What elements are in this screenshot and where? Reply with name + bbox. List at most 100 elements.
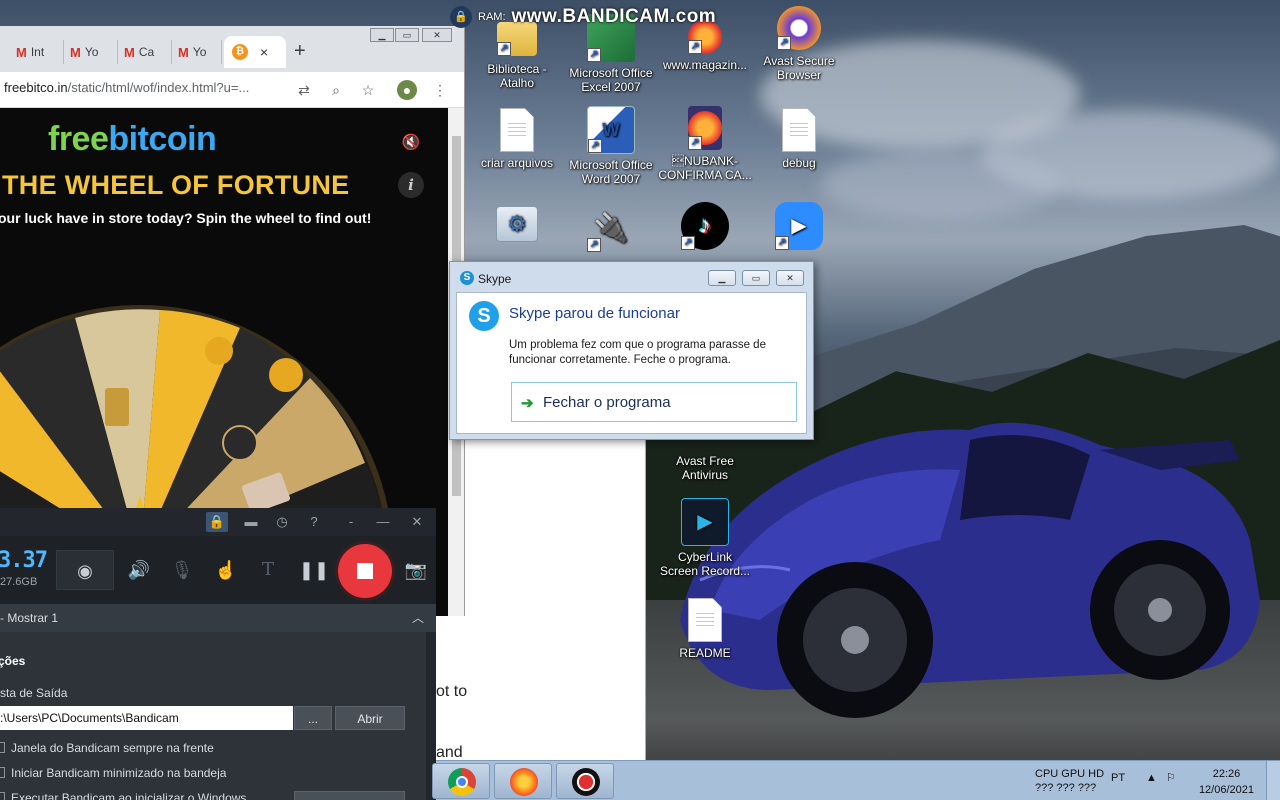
show-hidden-icons[interactable]: ▲ [1146,772,1157,784]
text-overlay-icon[interactable]: T [252,550,284,590]
menu-dots-icon[interactable]: ⋮ [430,80,450,100]
watermark-site: www.BANDICAM.com [511,6,717,27]
show-desktop-button[interactable] [1266,761,1280,800]
mouse-cursor-icon[interactable]: ☝ [210,550,242,590]
address-bar[interactable]: freebitco.in/static/html/wof/index.html?… [4,80,249,95]
advanced-button[interactable] [294,791,405,800]
profile-avatar[interactable]: ● [397,80,417,100]
dialog-message: Um problema fez com que o programa paras… [509,339,766,366]
help-icon[interactable]: ? [303,512,325,532]
output-folder-label: sta de Saída [0,686,68,700]
desktop-icon-label: Microsoft Office Excel 2007 [569,66,653,94]
close-tab-icon[interactable]: × [260,44,268,60]
webcam-icon[interactable]: ◉ [56,550,114,590]
camera-icon[interactable]: 📷 [400,550,432,590]
microphone-icon[interactable]: 🎙 [166,550,198,590]
bandicam-control-bar: 3.37 27.6GB ◉ 🔊 🎙 ☝ T ❚❚ 📷 [0,536,436,604]
maximize-button[interactable]: ▭ [742,270,770,286]
folder-icon[interactable]: ▬ [240,512,262,532]
desktop-icon-usb-tool[interactable]: 🔌 ↗ [564,204,658,256]
taskbar-chrome[interactable] [432,763,490,799]
tab-gmail-4[interactable]: M Yo [174,40,222,64]
system-monitor-labels: CPU GPU HD [1035,768,1105,780]
word-icon: W ↗ [587,106,635,154]
desktop-icon-label: debug [782,156,816,170]
zoom-icon[interactable]: ⌕ [326,80,346,100]
desktop-icon-tiktok[interactable]: ♪ ↗ [658,202,752,254]
checkbox-run-at-startup[interactable]: Executar Bandicam ao inicializar o Windo… [0,791,246,800]
desktop-icon-label: NUBANK- CONFIRMA CA... [658,154,752,182]
tab-gmail-3[interactable]: M Ca [120,40,172,64]
desktop-icon-cyberlink[interactable]: ▶ CyberLink Screen Record... [658,498,752,578]
dialog-title: Skype [478,272,512,286]
chrome-icon [448,768,476,796]
close-program-button[interactable]: ➔ Fechar o programa [511,382,797,422]
desktop-icon-readme[interactable]: README [658,598,752,660]
close-icon[interactable]: ✕ [406,512,428,532]
browse-button[interactable]: ... [294,706,332,730]
mute-sound-icon[interactable]: 🔇 [398,130,424,156]
page-subtitle: our luck have in store today? Spin the w… [0,210,372,226]
text-file-icon [688,598,722,642]
browser-toolbar: freebitco.in/static/html/wof/index.html?… [0,72,464,108]
page-title: THE WHEEL OF FORTUNE [2,170,350,200]
desktop-icon-label: Avast Free Antivirus [676,454,734,482]
bookmark-star-icon[interactable]: ☆ [358,80,378,100]
checkbox-always-on-top[interactable]: Janela do Bandicam sempre na frente [0,741,214,755]
desktop-icon-avast-browser[interactable]: ↗ Avast Secure Browser [752,6,846,82]
ram-label: RAM: [478,11,506,23]
speaker-icon[interactable]: 🔊 [123,550,155,590]
collapse-icon[interactable]: - [340,512,362,532]
clock[interactable]: 22:26 12/06/2021 [1199,766,1254,798]
text-file-icon [500,108,534,152]
text-file-icon [782,108,816,152]
bandicam-icon [572,768,600,796]
lock-icon[interactable]: 🔒 [206,512,228,532]
checkbox[interactable] [0,742,5,753]
info-icon[interactable]: i [398,172,424,198]
checkbox-start-minimized[interactable]: Iniciar Bandicam minimizado na bandeja [0,766,226,780]
desktop-icon-nubank[interactable]: ↗ NUBANK- CONFIRMA CA... [658,106,752,182]
clock-icon[interactable]: ◷ [271,512,293,532]
maximize-button[interactable]: ▭ [395,28,419,42]
system-monitor: CPU GPU HD ??? ??? ??? [1035,767,1104,795]
desktop-icon-debug[interactable]: debug [752,108,846,170]
skype-icon: S [469,301,499,331]
tab-label: Ca [138,45,155,59]
bandicam-window: 🔒 ▬ ◷ ? - — ✕ 3.37 27.6GB ◉ 🔊 🎙 ☝ T ❚❚ 📷… [0,508,436,800]
desktop-icon-zoom[interactable]: ▶ ↗ [752,202,846,254]
tiktok-icon: ♪ ↗ [681,202,729,250]
checkbox[interactable] [0,792,5,800]
clock-date: 12/06/2021 [1198,784,1254,796]
desktop-icon-word[interactable]: W ↗ Microsoft Office Word 2007 [564,106,658,186]
language-indicator[interactable]: PT [1111,772,1125,784]
translate-icon[interactable]: ⇄ [294,80,314,100]
close-button[interactable]: ✕ [776,270,804,286]
taskbar-bandicam[interactable] [556,763,614,799]
minimize-button[interactable]: ▁ [708,270,736,286]
stop-recording-button[interactable] [338,544,392,598]
checkbox-label: Executar Bandicam ao inicializar o Windo… [11,791,247,800]
chevron-up-icon[interactable]: ︿ [412,604,424,632]
logo-free: free [48,120,109,158]
recording-counter: 3.37 [0,548,48,573]
desktop-icon-criar-arquivos[interactable]: criar arquivos [470,108,564,170]
desktop-icon-settings-tool[interactable]: ⚙ [470,206,564,246]
pause-icon[interactable]: ❚❚ [298,550,330,590]
desktop-icon-label: CyberLink Screen Record... [659,550,751,578]
tab-gmail-2[interactable]: M Yo [66,40,118,64]
tab-gmail-1[interactable]: M Int [12,40,64,64]
minimize-icon[interactable]: — [372,512,394,532]
checkbox[interactable] [0,767,5,778]
output-folder-field[interactable]: :\Users\PC\Documents\Bandicam [0,706,293,730]
open-folder-button[interactable]: Abrir [335,706,405,730]
tab-freebitcoin[interactable]: ₿ × [224,36,286,68]
network-icon[interactable]: ⚐ [1166,771,1176,784]
lock-icon: 🔒 [450,6,472,28]
new-tab-button[interactable]: + [294,40,306,63]
freebitcoin-logo[interactable]: freebitcoin [48,120,217,159]
display-section-header[interactable]: - Mostrar 1 ︿ [0,604,436,632]
minimize-button[interactable]: ▁ [370,28,394,42]
close-window-button[interactable]: ✕ [422,28,452,42]
taskbar-firefox[interactable] [494,763,552,799]
